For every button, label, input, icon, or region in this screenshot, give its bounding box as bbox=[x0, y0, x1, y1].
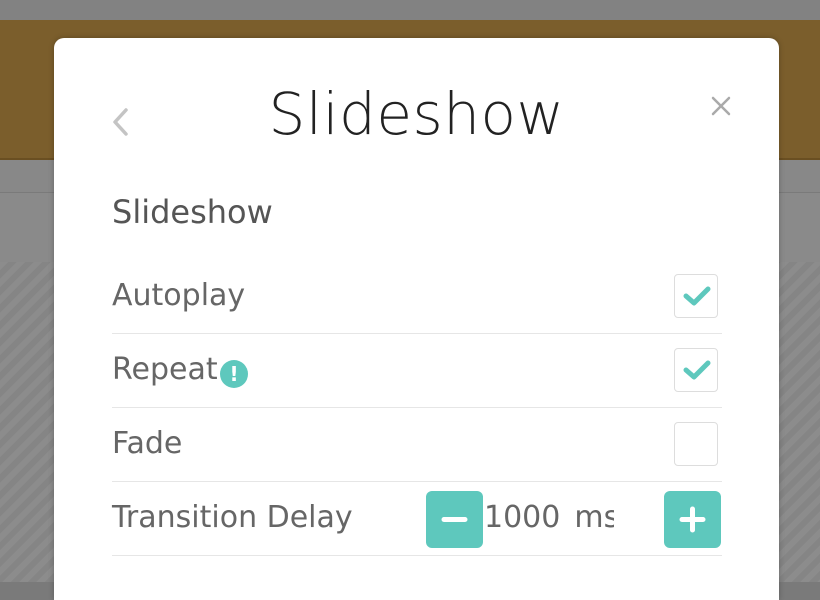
modal-title: Slideshow bbox=[268, 80, 565, 148]
autoplay-label: Autoplay bbox=[112, 278, 246, 313]
checkmark-icon bbox=[683, 286, 711, 306]
repeat-checkbox[interactable] bbox=[674, 348, 718, 392]
slideshow-settings-modal: Slideshow Slideshow Autoplay Repeat ! Fa… bbox=[54, 38, 779, 600]
plus-icon bbox=[679, 506, 706, 533]
transition-delay-label: Transition Delay bbox=[112, 500, 353, 535]
checkmark-icon bbox=[683, 360, 711, 380]
setting-row-transition-delay: Transition Delay 1000 ms bbox=[112, 482, 722, 556]
section-title: Slideshow bbox=[112, 193, 273, 231]
decrement-button[interactable] bbox=[426, 491, 483, 548]
autoplay-checkbox[interactable] bbox=[674, 274, 718, 318]
settings-list: Autoplay Repeat ! Fade Transition Delay bbox=[112, 260, 722, 556]
setting-row-autoplay: Autoplay bbox=[112, 260, 722, 334]
fade-label: Fade bbox=[112, 426, 183, 461]
increment-button[interactable] bbox=[664, 491, 721, 548]
repeat-label: Repeat bbox=[112, 352, 218, 387]
minus-icon bbox=[441, 517, 468, 522]
close-icon[interactable] bbox=[709, 94, 733, 118]
setting-row-repeat: Repeat ! bbox=[112, 334, 722, 408]
info-icon[interactable]: ! bbox=[220, 360, 248, 388]
setting-row-fade: Fade bbox=[112, 408, 722, 482]
fade-checkbox[interactable] bbox=[674, 422, 718, 466]
background-topbar bbox=[0, 0, 820, 20]
transition-delay-unit: ms bbox=[574, 500, 614, 535]
transition-delay-input[interactable]: 1000 ms bbox=[484, 500, 614, 535]
transition-delay-value: 1000 bbox=[484, 500, 561, 535]
